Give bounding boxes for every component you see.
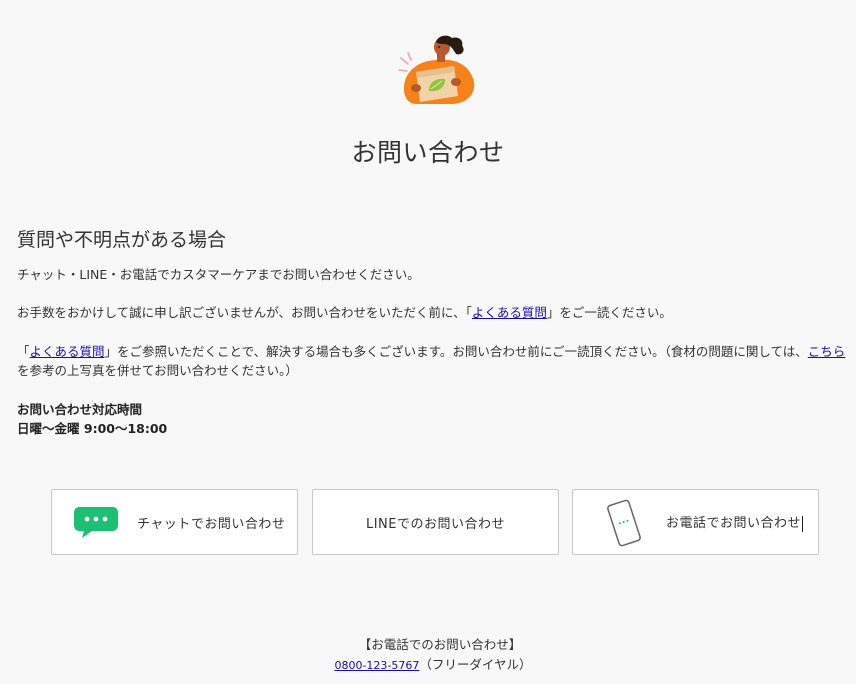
support-time: 9:00〜18:00	[83, 421, 168, 436]
section-heading: 質問や不明点がある場合	[17, 229, 227, 251]
line-contact-button[interactable]: LINEでのお問い合わせ	[312, 489, 559, 555]
faq-link[interactable]: よくある質問	[472, 305, 547, 320]
faq-notice-after: 」をご一読ください。	[546, 305, 672, 320]
footer-phone-note: （フリーダイヤル）	[419, 657, 532, 672]
chat-contact-button[interactable]: チャットでお問い合わせ	[51, 489, 298, 555]
footer-phone-link[interactable]: 0800-123-5767	[334, 659, 419, 672]
smartphone-icon	[604, 499, 644, 547]
faq-link-2[interactable]: よくある質問	[30, 344, 105, 359]
chat-button-label: チャットでお問い合わせ	[137, 516, 286, 532]
chat-bubble-icon	[72, 505, 120, 539]
support-hours-label: お問い合わせ対応時間	[17, 402, 143, 417]
support-hours: お問い合わせ対応時間 日曜〜金曜 9:00〜18:00	[17, 400, 167, 438]
footer-phone-heading: 【お電話でのお問い合わせ】	[358, 637, 522, 652]
faq-reference-end: を参考の上写真を併せてお問い合わせください。）	[17, 363, 298, 378]
faq-notice-text: お手数をおかけして誠に申し訳ございませんが、お問い合わせをいただく前に、「よくあ…	[17, 303, 672, 322]
text-cursor	[802, 515, 804, 532]
support-hours-value: 日曜〜金曜 9:00〜18:00	[17, 419, 167, 438]
hero-illustration	[396, 34, 480, 108]
phone-contact-button[interactable]: お電話でお問い合わせ	[572, 489, 819, 555]
faq-notice-before: お手数をおかけして誠に申し訳ございませんが、お問い合わせをいただく前に、「	[17, 305, 472, 320]
line-button-label: LINEでのお問い合わせ	[365, 516, 505, 532]
faq-reference-text: 「よくある質問」をご参照いただくことで、解決する場合も多くございます。お問い合わ…	[17, 342, 853, 380]
page-title: お問い合わせ	[351, 138, 505, 167]
food-issue-link[interactable]: こちら	[808, 344, 846, 359]
support-days: 日曜〜金曜	[17, 421, 80, 436]
footer-phone-line: 0800-123-5767（フリーダイヤル）	[0, 654, 856, 673]
phone-button-label: お電話でお問い合わせ	[666, 512, 804, 532]
faq-reference-open: 「	[17, 344, 30, 359]
faq-reference-mid: 」をご参照いただくことで、解決する場合も多くございます。お問い合わせ前にご一読頂…	[104, 344, 808, 359]
intro-text: チャット・LINE・お電話でカスタマーケアまでお問い合わせください。	[17, 267, 420, 282]
phone-button-text: お電話でお問い合わせ	[666, 516, 802, 532]
